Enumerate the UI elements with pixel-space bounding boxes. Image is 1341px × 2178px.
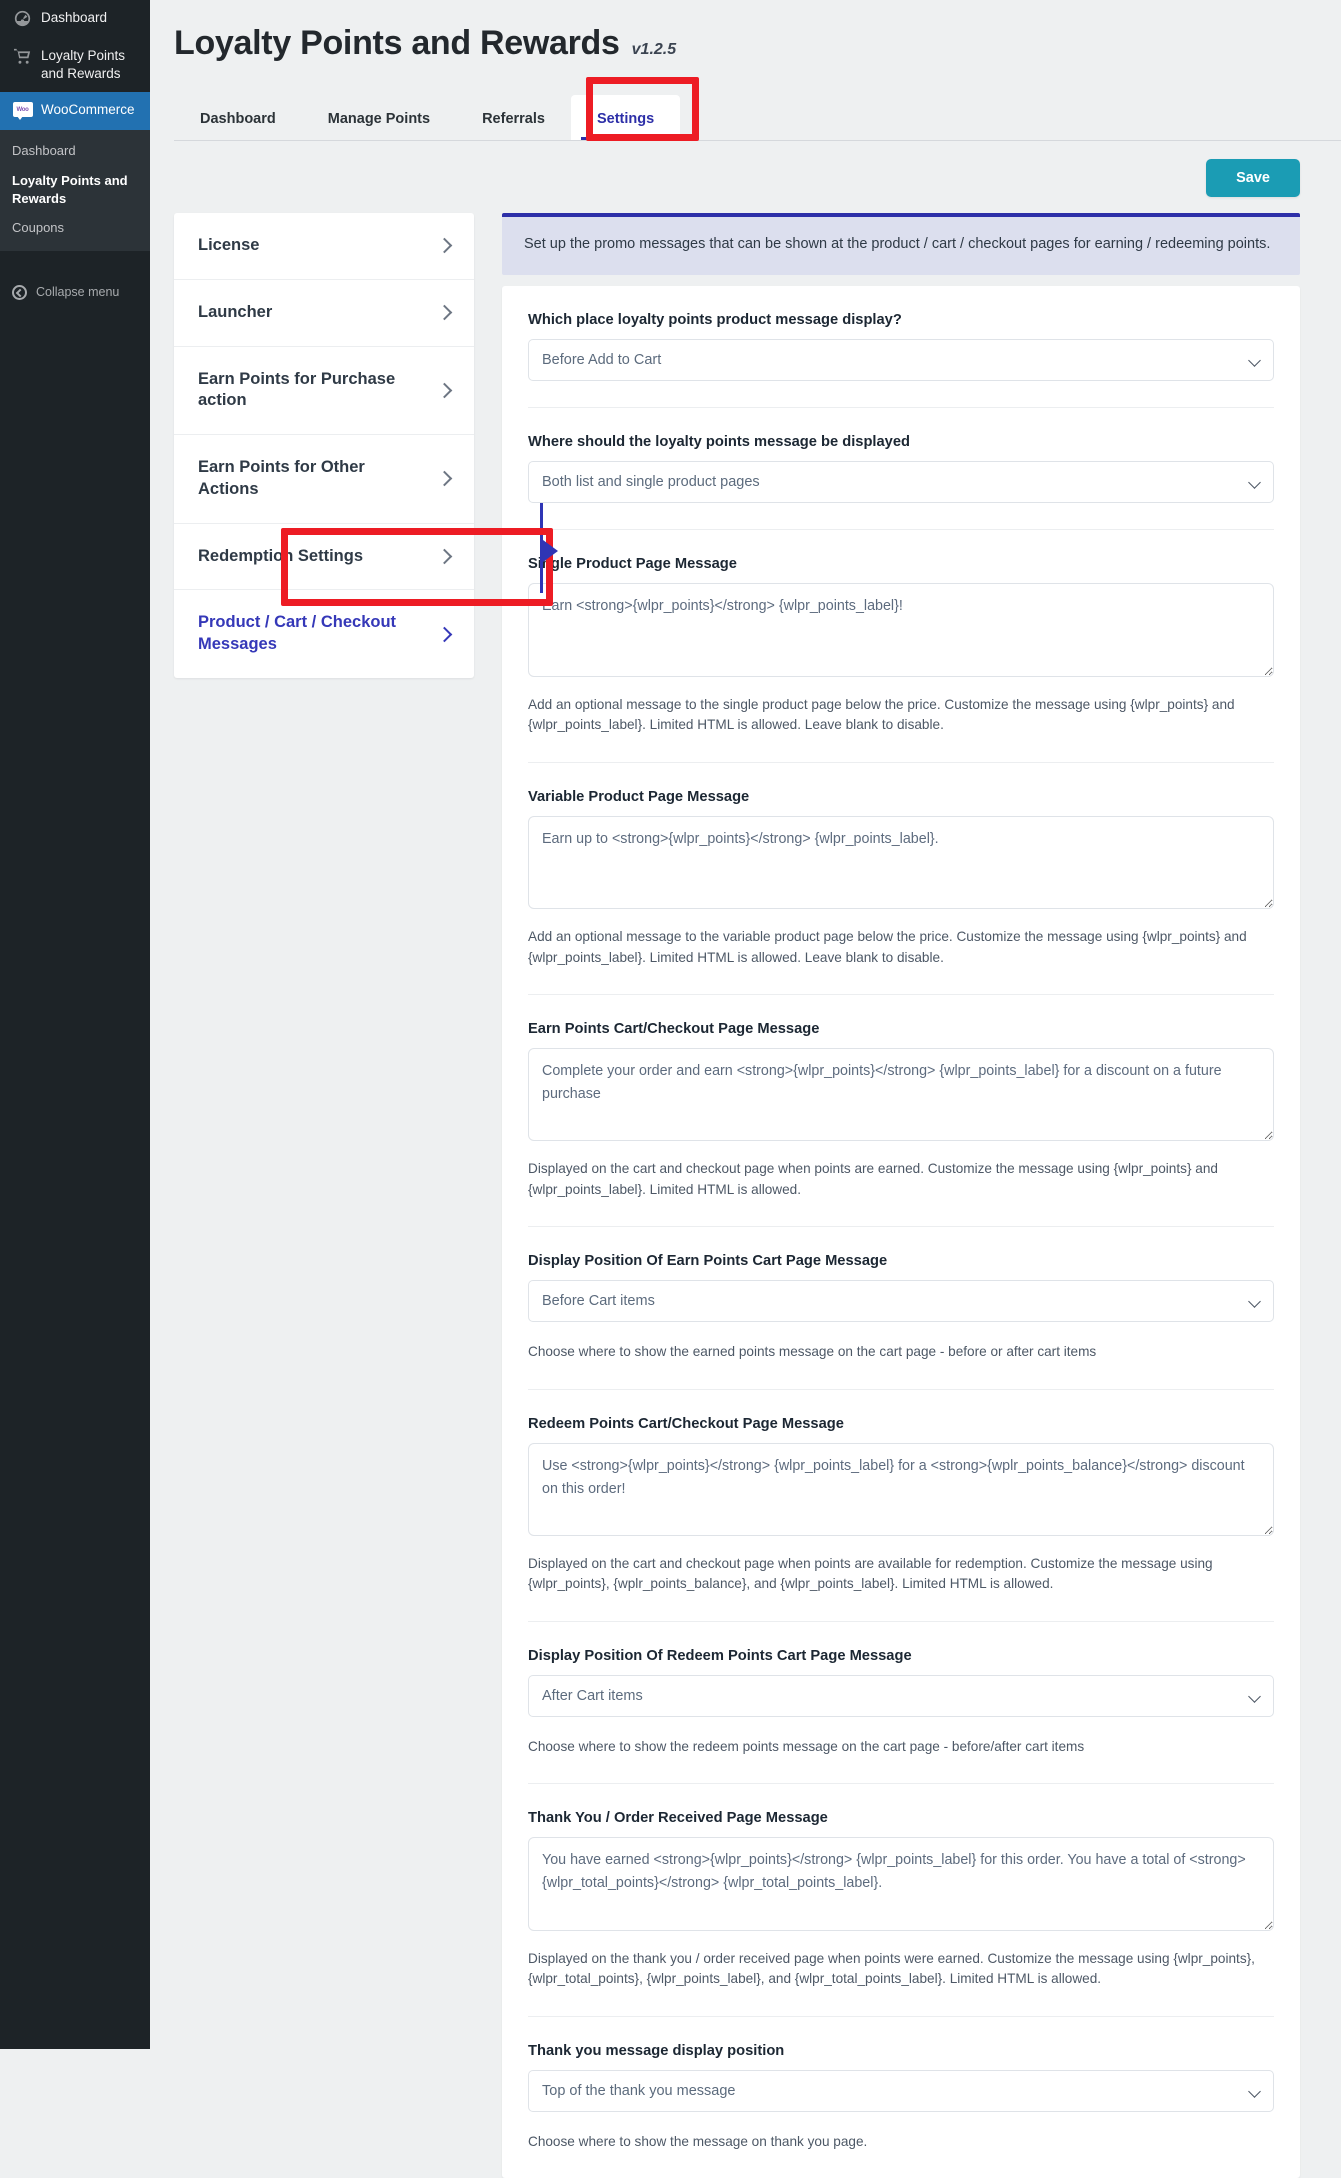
field-label: Thank You / Order Received Page Message bbox=[528, 1810, 828, 1827]
sidebar-item-label: Loyalty Points and Rewards bbox=[41, 48, 126, 82]
field-single-product-page-message: Single Product Page Message Add an optio… bbox=[528, 530, 1274, 763]
settings-nav-item-license[interactable]: License bbox=[174, 213, 474, 280]
select-message-display-location[interactable]: Both list and single product pages bbox=[528, 461, 1274, 504]
field-help: Choose where to show the message on than… bbox=[528, 2133, 868, 2149]
settings-nav-label: Redemption Settings bbox=[198, 546, 364, 565]
chevron-right-icon bbox=[436, 382, 453, 399]
field-label: Which place loyalty points product messa… bbox=[528, 312, 902, 329]
settings-nav-label: Earn Points for Other Actions bbox=[198, 458, 365, 498]
field-help: Add an optional message to the single pr… bbox=[528, 696, 1235, 733]
settings-nav-label: License bbox=[198, 236, 260, 254]
settings-nav-label: Earn Points for Purchase action bbox=[198, 369, 396, 410]
submenu-item-coupons[interactable]: Coupons bbox=[0, 213, 150, 243]
woo-badge: Woo bbox=[12, 102, 33, 121]
select-wrapper: Before Add to Cart bbox=[528, 339, 1274, 382]
wp-admin-sidebar: Dashboard Loyalty Points and Rewards Woo… bbox=[0, 0, 158, 2049]
select-wrapper: Both list and single product pages bbox=[528, 461, 1274, 504]
dashboard-icon bbox=[12, 10, 33, 29]
field-message-display-location: Where should the loyalty points message … bbox=[528, 408, 1274, 531]
field-redeem-points-cart-checkout-message: Redeem Points Cart/Checkout Page Message… bbox=[528, 1390, 1274, 1622]
settings-nav-label: Launcher bbox=[198, 302, 273, 321]
collapse-arrow-icon bbox=[12, 284, 27, 300]
settings-nav-column: License Launcher Earn Points for Purchas… bbox=[150, 213, 558, 678]
tab-referrals[interactable]: Referrals bbox=[456, 111, 571, 140]
field-label: Redeem Points Cart/Checkout Page Message bbox=[528, 1415, 844, 1432]
page-title: Loyalty Points and Rewards bbox=[174, 24, 620, 62]
settings-nav-item-earn-points-for-purchase-action[interactable]: Earn Points for Purchase action bbox=[174, 347, 474, 436]
textarea-earn-points-cart-checkout-message[interactable] bbox=[528, 1047, 1274, 1142]
field-redeem-points-cart-position: Display Position Of Redeem Points Cart P… bbox=[528, 1622, 1274, 1785]
field-help: Choose where to show the redeem points m… bbox=[528, 1738, 1085, 1754]
page-header: Loyalty Points and Rewards v1.2.5 bbox=[150, 0, 1341, 63]
chevron-right-icon bbox=[436, 304, 453, 321]
tab-bar: Dashboard Manage Points Referrals Settin… bbox=[174, 95, 1341, 141]
settings-nav-card: License Launcher Earn Points for Purchas… bbox=[174, 213, 474, 678]
save-toolbar: Save bbox=[150, 141, 1341, 197]
select-thank-you-message-position[interactable]: Top of the thank you message bbox=[528, 2069, 1274, 2112]
field-variable-product-page-message: Variable Product Page Message Add an opt… bbox=[528, 763, 1274, 995]
settings-nav-item-earn-points-for-other-actions[interactable]: Earn Points for Other Actions bbox=[174, 435, 474, 524]
field-help: Displayed on the cart and checkout page … bbox=[528, 1556, 1213, 1592]
save-button[interactable]: Save bbox=[1206, 159, 1300, 197]
field-label: Display Position Of Earn Points Cart Pag… bbox=[528, 1253, 888, 1270]
sidebar-item-label: WooCommerce bbox=[41, 102, 135, 118]
chevron-right-icon bbox=[436, 471, 453, 487]
textarea-variable-product-page-message[interactable] bbox=[528, 815, 1274, 910]
select-wrapper: Top of the thank you message bbox=[528, 2069, 1274, 2112]
chevron-right-icon bbox=[436, 548, 453, 565]
tab-dashboard[interactable]: Dashboard bbox=[174, 111, 302, 140]
field-help: Displayed on the cart and checkout page … bbox=[528, 1161, 1218, 1197]
main-content: Loyalty Points and Rewards v1.2.5 Dashbo… bbox=[150, 0, 1341, 2178]
woocommerce-submenu: Dashboard Loyalty Points and Rewards Cou… bbox=[0, 130, 150, 251]
sidebar-item-woocommerce[interactable]: Woo WooCommerce bbox=[0, 92, 158, 131]
woocommerce-icon: Woo bbox=[12, 102, 33, 121]
settings-nav-item-redemption-settings[interactable]: Redemption Settings bbox=[174, 524, 474, 591]
field-label: Variable Product Page Message bbox=[528, 788, 750, 805]
info-banner: Set up the promo messages that can be sh… bbox=[502, 213, 1300, 276]
select-product-message-place[interactable]: Before Add to Cart bbox=[528, 339, 1274, 382]
field-help: Add an optional message to the variable … bbox=[528, 929, 1247, 965]
tab-manage-points[interactable]: Manage Points bbox=[302, 111, 456, 140]
tabs-wrapper: Dashboard Manage Points Referrals Settin… bbox=[150, 77, 1341, 141]
settings-form-column: Set up the promo messages that can be sh… bbox=[474, 213, 1341, 2178]
settings-nav-item-launcher[interactable]: Launcher bbox=[174, 280, 474, 347]
submenu-item-dashboard[interactable]: Dashboard bbox=[0, 136, 150, 166]
field-label: Single Product Page Message bbox=[528, 556, 737, 573]
chevron-right-icon bbox=[436, 238, 453, 254]
plugin-version: v1.2.5 bbox=[631, 41, 677, 58]
select-wrapper: Before Cart items bbox=[528, 1280, 1274, 1323]
sidebar-item-dashboard[interactable]: Dashboard bbox=[0, 0, 150, 38]
textarea-thank-you-page-message[interactable] bbox=[528, 1837, 1274, 1931]
select-redeem-points-cart-position[interactable]: After Cart items bbox=[528, 1674, 1274, 1717]
cart-icon bbox=[12, 48, 33, 67]
submenu-item-loyalty-points-and-rewards[interactable]: Loyalty Points and Rewards bbox=[0, 166, 150, 213]
settings-layout: License Launcher Earn Points for Purchas… bbox=[150, 197, 1341, 2178]
collapse-menu-label: Collapse menu bbox=[36, 285, 120, 300]
field-label: Earn Points Cart/Checkout Page Message bbox=[528, 1020, 820, 1037]
field-earn-points-cart-position: Display Position Of Earn Points Cart Pag… bbox=[528, 1227, 1274, 1390]
chevron-right-icon bbox=[436, 626, 453, 642]
field-product-message-place: Which place loyalty points product messa… bbox=[528, 286, 1274, 409]
settings-nav-item-product-cart-checkout-messages[interactable]: Product / Cart / Checkout Messages bbox=[174, 590, 474, 678]
select-wrapper: After Cart items bbox=[528, 1674, 1274, 1717]
tab-settings[interactable]: Settings bbox=[570, 95, 681, 140]
textarea-single-product-page-message[interactable] bbox=[528, 583, 1274, 677]
field-label: Display Position Of Redeem Points Cart P… bbox=[528, 1647, 912, 1664]
sidebar-item-loyalty-points-and-rewards[interactable]: Loyalty Points and Rewards bbox=[0, 38, 150, 92]
sidebar-item-label: Dashboard bbox=[41, 10, 108, 25]
field-earn-points-cart-checkout-message: Earn Points Cart/Checkout Page Message D… bbox=[528, 995, 1274, 1228]
collapse-menu-button[interactable]: Collapse menu bbox=[0, 271, 150, 314]
field-label: Thank you message display position bbox=[528, 2042, 785, 2059]
field-label: Where should the loyalty points message … bbox=[528, 434, 910, 451]
settings-nav-label: Product / Cart / Checkout Messages bbox=[198, 613, 397, 654]
field-help: Choose where to show the earned points m… bbox=[528, 1344, 1097, 1360]
field-help: Displayed on the thank you / order recei… bbox=[528, 1950, 1255, 1987]
field-thank-you-page-message: Thank You / Order Received Page Message … bbox=[528, 1784, 1274, 2017]
settings-form-card: Which place loyalty points product messa… bbox=[502, 286, 1300, 2178]
select-earn-points-cart-position[interactable]: Before Cart items bbox=[528, 1280, 1274, 1323]
textarea-redeem-points-cart-checkout-message[interactable] bbox=[528, 1442, 1274, 1537]
field-thank-you-message-position: Thank you message display position Top o… bbox=[528, 2017, 1274, 2178]
